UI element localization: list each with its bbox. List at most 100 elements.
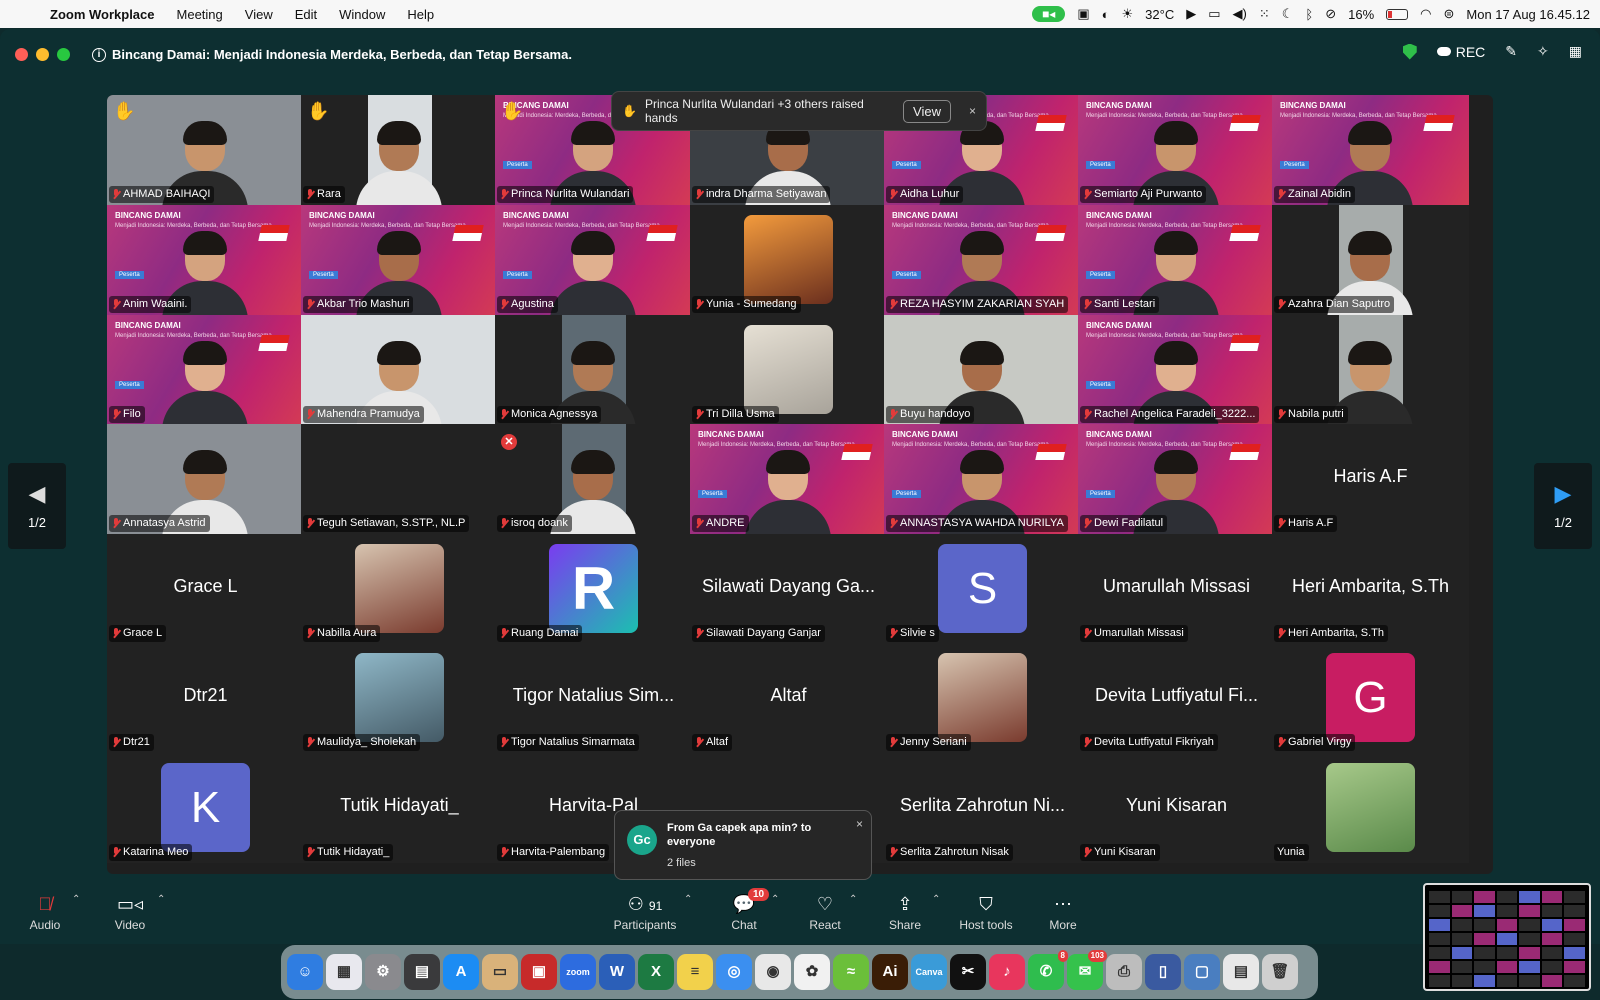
participant-tile[interactable]: BINCANG DAMAI Menjadi Indonesia: Merdeka,… [495,205,692,315]
info-icon[interactable]: i [92,47,106,62]
dock-green-app-icon[interactable]: ≈ [833,954,869,990]
dock-zoom-icon[interactable]: zoom [560,954,596,990]
participant-tile[interactable]: Tri Dilla Usma [690,315,887,425]
meeting-title[interactable]: i Bincang Damai: Menjadi Indonesia Merde… [92,47,572,62]
dock-photobooth-icon[interactable]: ▣ [521,954,557,990]
moon-icon[interactable]: ☾ [1282,6,1294,22]
datetime-text[interactable]: Mon 17 Aug 16.45.12 [1466,7,1590,22]
participant-tile[interactable]: BINCANG DAMAI Menjadi Indonesia: Merdeka,… [690,424,887,534]
dock-trash-icon[interactable]: 🗑 [1262,954,1298,990]
participant-tile[interactable]: ✕ isroq doank [495,424,692,534]
menu-window[interactable]: Window [328,7,396,22]
next-page-button[interactable]: ▶ 1/2 [1534,463,1592,549]
zoom-camera-status-icon[interactable]: ■◂ [1032,6,1066,22]
pencil-icon[interactable]: ✎ [1505,43,1517,60]
participant-tile[interactable]: Altaf Altaf [690,643,887,753]
dock-calculator-icon[interactable]: ▤ [404,954,440,990]
menu-app-name[interactable]: Zoom Workplace [50,7,166,22]
minimize-window-button[interactable] [36,48,49,61]
participant-tile[interactable]: R Ruang Damai [495,534,692,644]
close-window-button[interactable] [15,48,28,61]
participant-tile[interactable]: Yunia - Sumedang [690,205,887,315]
chevron-up-icon[interactable]: ⌃ [157,894,165,905]
dock-printer-icon[interactable]: ⎙ [1106,954,1142,990]
dock-screen-app-icon[interactable]: ▢ [1184,954,1220,990]
participant-tile[interactable]: Azahra Dian Saputro [1272,205,1469,315]
chevron-up-icon[interactable]: ⌃ [849,894,857,905]
dock-capcut-icon[interactable]: ✂ [950,954,986,990]
participant-tile[interactable]: Annatasya Astrid [107,424,304,534]
dock-appstore-icon[interactable]: A [443,954,479,990]
participant-tile[interactable]: BINCANG DAMAI Menjadi Indonesia: Merdeka,… [1272,95,1469,205]
more-button[interactable]: ⋯ More [1023,892,1103,932]
grid-view-icon[interactable]: ▦ [1569,43,1582,60]
participant-tile[interactable]: Monica Agnessya [495,315,692,425]
participant-tile[interactable]: Teguh Setiawan, S.STP., NL.P [301,424,498,534]
menu-help[interactable]: Help [396,7,445,22]
zoom-tray-icon[interactable]: ▣ [1077,6,1089,22]
participant-tile[interactable]: Nabilla Aura [301,534,498,644]
menu-view[interactable]: View [234,7,284,22]
app-status-icon[interactable]: ◐ [1102,7,1110,22]
participant-tile[interactable]: BINCANG DAMAI Menjadi Indonesia: Merdeka,… [884,205,1081,315]
chat-message-popup[interactable]: Gc From Ga capek apa min? to everyone 2 … [614,810,872,880]
participant-tile[interactable]: K Katarina Meo [107,753,304,863]
participant-tile[interactable]: BINCANG DAMAI Menjadi Indonesia: Merdeka,… [107,315,304,425]
participant-tile[interactable]: Serlita Zahrotun Ni... Serlita Zahrotun N… [884,753,1081,863]
participant-tile[interactable]: BINCANG DAMAI Menjadi Indonesia: Merdeka,… [1078,95,1275,205]
participant-tile[interactable]: BINCANG DAMAI Menjadi Indonesia: Merdeka,… [301,205,498,315]
dock-notes-icon[interactable]: ≡ [677,954,713,990]
dock-recent-doc-icon[interactable]: ▤ [1223,954,1259,990]
participant-tile[interactable]: Dtr21 Dtr21 [107,643,304,753]
battery-icon[interactable] [1386,8,1409,20]
chevron-up-icon[interactable]: ⌃ [684,894,692,905]
participant-tile[interactable]: Yuni Kisaran Yuni Kisaran [1078,753,1275,863]
dock-iphone-mirror-icon[interactable]: ▯ [1145,954,1181,990]
prev-page-button[interactable]: ◀ 1/2 [8,463,66,549]
participant-tile[interactable]: BINCANG DAMAI Menjadi Indonesia: Merdeka,… [1078,315,1275,425]
dock-settings-icon[interactable]: ⚙ [365,954,401,990]
hotspot-off-icon[interactable]: ⊘ [1325,6,1336,22]
participant-tile[interactable]: G Gabriel Virgy [1272,643,1469,753]
participant-tile[interactable]: Nabila putri [1272,315,1469,425]
chevron-up-icon[interactable]: ⌃ [72,894,80,905]
participant-tile[interactable]: Devita Lutfiyatul Fi... Devita Lutfiyatul… [1078,643,1275,753]
close-icon[interactable]: × [856,817,863,831]
dock-excel-icon[interactable]: X [638,954,674,990]
play-icon[interactable]: ▶ [1186,6,1196,22]
participant-tile[interactable]: BINCANG DAMAI Menjadi Indonesia: Merdeka,… [107,205,304,315]
dock-safari-icon[interactable]: ◎ [716,954,752,990]
participant-tile[interactable]: Umarullah Missasi Umarullah Missasi [1078,534,1275,644]
dock-music-icon[interactable]: ♪ [989,954,1025,990]
dots-icon[interactable]: ⁙ [1259,6,1270,22]
dock-illustrator-icon[interactable]: Ai [872,954,908,990]
dock-launchpad-icon[interactable]: ▦ [326,954,362,990]
menu-meeting[interactable]: Meeting [166,7,234,22]
participant-tile[interactable]: ✋ Rara [301,95,498,205]
cloud-recording-button[interactable]: REC [1436,44,1485,60]
participant-tile[interactable]: Grace L Grace L [107,534,304,644]
close-icon[interactable]: × [969,104,976,118]
zoom-window-button[interactable] [57,48,70,61]
participant-tile[interactable]: Maulidya_ Sholekah [301,643,498,753]
host-tools-button[interactable]: ⛉ Host tools [946,892,1026,932]
participant-tile[interactable]: Tigor Natalius Sim... Tigor Natalius Sima… [495,643,692,753]
participant-tile[interactable]: BINCANG DAMAI Menjadi Indonesia: Merdeka,… [1078,424,1275,534]
participants-button[interactable]: ⚇ 91 Participants [605,892,685,932]
participant-tile[interactable]: Heri Ambarita, S.Th Heri Ambarita, S.Th [1272,534,1469,644]
participant-tile[interactable]: Haris A.F Haris A.F [1272,424,1469,534]
screen-preview-thumbnail[interactable] [1423,883,1591,991]
participant-tile[interactable]: Mahendra Pramudya [301,315,498,425]
dock-chrome-icon[interactable]: ◉ [755,954,791,990]
dock-whatsapp-icon[interactable]: ✆ 8 [1028,950,1068,990]
participant-tile[interactable]: S Silvie s [884,534,1081,644]
security-shield-icon[interactable] [1402,43,1417,60]
volume-icon[interactable]: ◀) [1233,6,1247,22]
dock-word-icon[interactable]: W [599,954,635,990]
participant-tile[interactable]: Buyu handoyo [884,315,1081,425]
display-icon[interactable]: ▭ [1208,6,1220,22]
chevron-up-icon[interactable]: ⌃ [771,894,779,905]
chevron-up-icon[interactable]: ⌃ [932,894,940,905]
temperature-text[interactable]: 32°C [1145,7,1174,22]
dock-finder-icon[interactable]: ☺ [287,954,323,990]
